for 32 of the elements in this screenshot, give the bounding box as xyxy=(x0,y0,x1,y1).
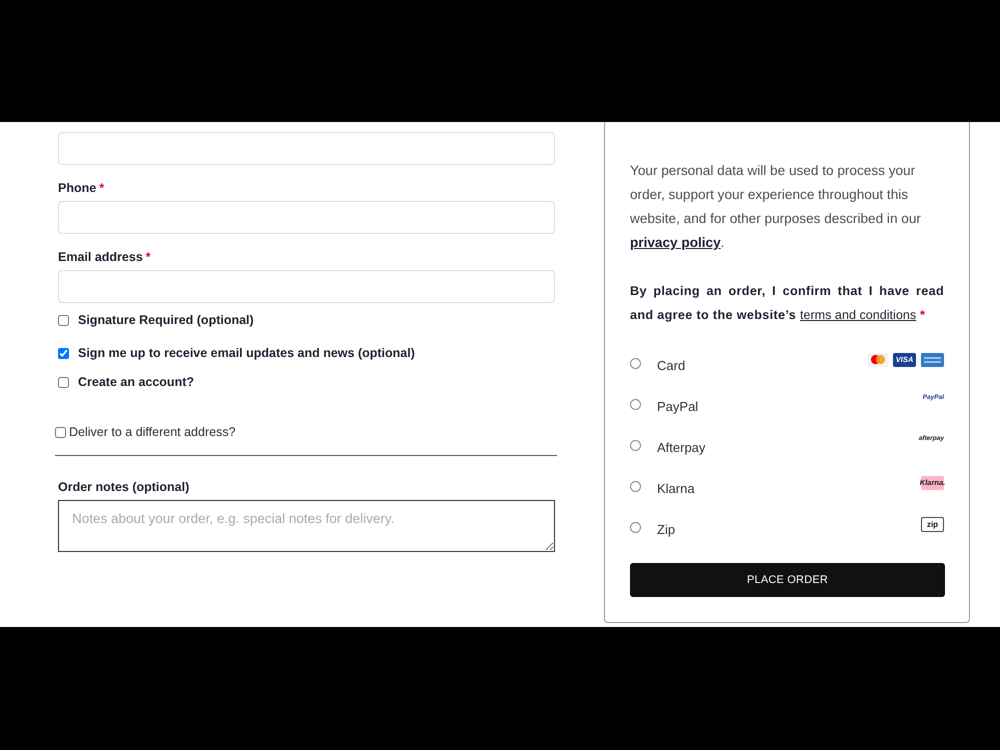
order-notes-field[interactable]: Notes about your order, e.g. special notes for delivery. xyxy=(58,500,555,552)
checkbox-label: Create an account? xyxy=(78,374,194,390)
payment-option-label: Card xyxy=(657,356,686,375)
overlapping-circles-icon xyxy=(868,353,888,367)
field-label: Email address * xyxy=(58,250,151,264)
payment-logo: zip xyxy=(921,517,944,532)
terms-notice: By placing an order, I confirm that I have read and agree to the website’s terms and conditions * xyxy=(630,283,944,324)
checkbox-label: Sign me up to receive email updates and news (optional) xyxy=(78,345,415,361)
payment-option-label: Afterpay xyxy=(657,438,706,457)
checkbox-label: Deliver to a different address? xyxy=(69,424,236,440)
payment-option-label: PayPal xyxy=(657,398,698,416)
field-label: Order notes (optional) xyxy=(58,480,190,494)
terms-link[interactable]: terms and conditions xyxy=(800,308,916,322)
privacy-policy-link[interactable]: privacy policy xyxy=(630,235,721,250)
checkbox[interactable] xyxy=(58,376,69,388)
input-field[interactable] xyxy=(58,132,555,165)
privacy-notice: Your personal data will be used to process your order, support your experience throughout this website, and for other purposes described in our privacy policy. xyxy=(630,162,922,252)
input-field[interactable] xyxy=(58,270,555,303)
checkbox[interactable] xyxy=(58,348,69,358)
radio-button[interactable] xyxy=(630,440,641,451)
payment-option-label: Zip xyxy=(657,520,676,539)
radio-button[interactable] xyxy=(630,358,641,369)
place-order-button[interactable]: PLACE ORDER xyxy=(630,563,945,597)
radio-button[interactable] xyxy=(630,481,641,492)
checkbox[interactable] xyxy=(58,314,69,326)
payment-option-label: Klarna xyxy=(657,480,695,498)
input-field[interactable] xyxy=(58,201,555,234)
checkbox[interactable] xyxy=(55,426,66,438)
field-label: Phone * xyxy=(58,181,104,195)
checkbox-label: Signature Required (optional) xyxy=(78,312,254,328)
radio-button[interactable] xyxy=(630,399,641,410)
radio-button[interactable] xyxy=(630,522,641,533)
